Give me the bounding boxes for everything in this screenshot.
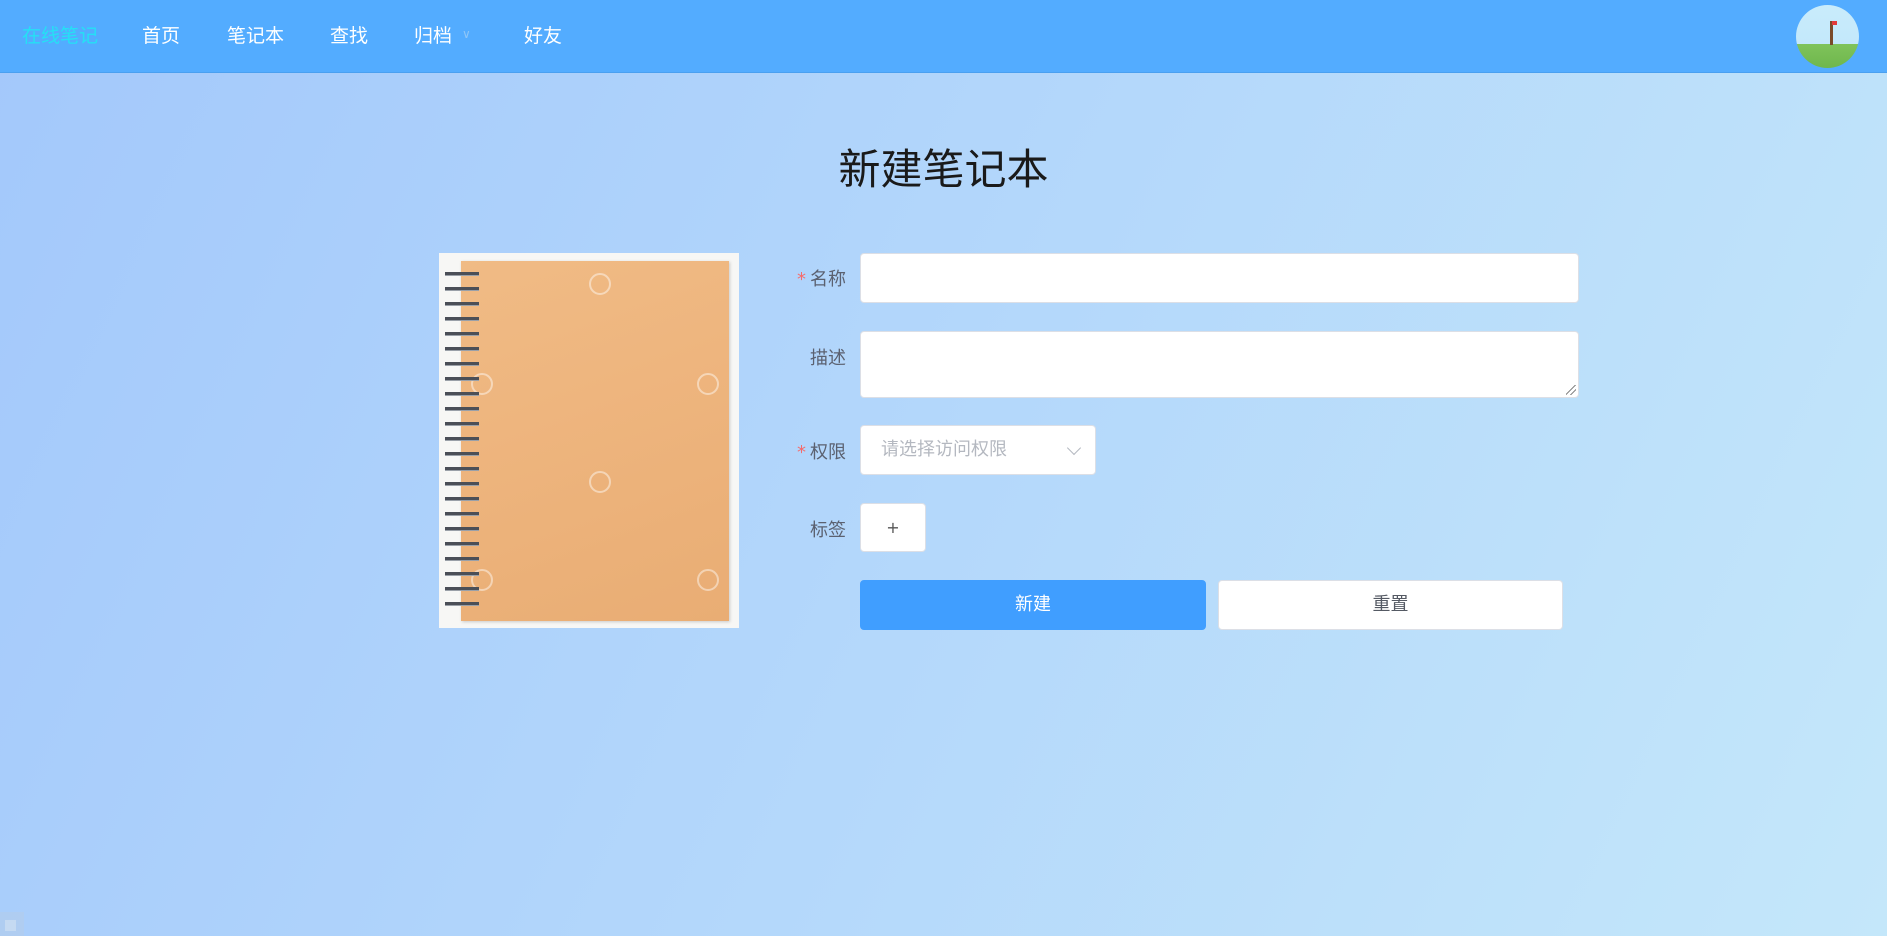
notebook-cover [461, 261, 729, 621]
permission-select[interactable]: 请选择访问权限 [860, 425, 1096, 475]
watermark-swirl [589, 471, 611, 493]
nav-item-home[interactable]: 首页 [142, 0, 180, 73]
description-label: 描述 [810, 348, 846, 369]
page-title: 新建笔记本 [838, 145, 1049, 194]
corner-widget-inner [5, 920, 16, 931]
permission-label-text: 权限 [810, 442, 846, 463]
nav-item-notebooks[interactable]: 笔记本 [227, 0, 284, 73]
name-label: * 名称 [776, 265, 846, 291]
permission-label: * 权限 [776, 438, 846, 464]
top-navbar: 在线笔记 首页 笔记本 查找 归档 ∨ 好友 [0, 0, 1887, 73]
avatar-flag [1832, 21, 1837, 25]
reset-button[interactable]: 重置 [1218, 580, 1563, 630]
nav-item-search[interactable]: 查找 [330, 0, 368, 73]
resize-handle-icon[interactable] [1566, 385, 1576, 395]
chevron-down-icon [1066, 440, 1082, 456]
required-mark: * [797, 442, 806, 463]
watermark-swirl [697, 569, 719, 591]
create-button[interactable]: 新建 [860, 580, 1206, 630]
nav-item-archive-label: 归档 [414, 25, 453, 47]
watermark-swirl [589, 273, 611, 295]
spiral-binding [445, 267, 479, 617]
nav-item-archive[interactable]: 归档 ∨ [414, 0, 471, 73]
notebook-cover-image [439, 253, 739, 628]
name-input[interactable] [860, 253, 1579, 303]
user-avatar[interactable] [1796, 5, 1859, 68]
corner-widget [0, 912, 24, 936]
required-mark: * [797, 269, 806, 290]
nav-brand-link[interactable]: 在线笔记 [22, 0, 98, 73]
chevron-down-icon: ∨ [462, 27, 471, 41]
watermark-swirl [697, 373, 719, 395]
add-tag-button[interactable]: + [860, 503, 926, 552]
name-label-text: 名称 [810, 269, 846, 290]
description-textarea[interactable] [860, 331, 1579, 398]
permission-select-placeholder: 请选择访问权限 [881, 439, 1007, 460]
nav-item-friends[interactable]: 好友 [524, 0, 562, 73]
tags-label: 标签 [810, 520, 846, 541]
